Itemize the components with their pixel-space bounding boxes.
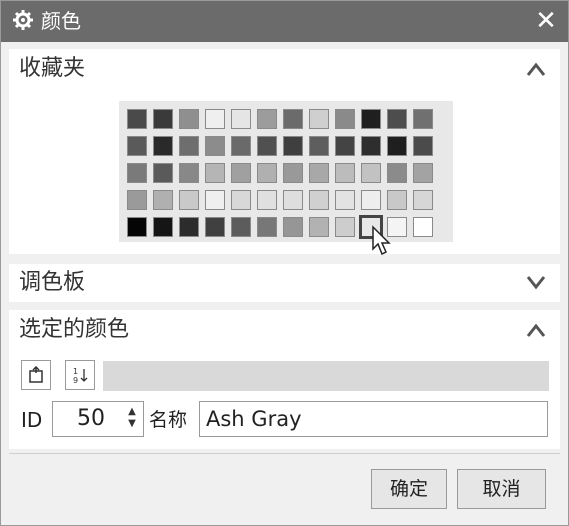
color-dialog: 颜色 ✕ 收藏夹 调色板 选定的颜色 1 9 ID 50 ▲ ▼ 名称 Ash … xyxy=(0,0,569,526)
color-swatch[interactable] xyxy=(231,190,251,210)
palette-section: 调色板 xyxy=(9,264,560,302)
sort-numeric-icon: 1 9 xyxy=(73,367,88,384)
color-swatch[interactable] xyxy=(283,109,303,129)
color-swatch[interactable] xyxy=(179,109,199,129)
color-swatch[interactable] xyxy=(257,217,277,237)
color-swatch[interactable] xyxy=(179,136,199,156)
color-swatch[interactable] xyxy=(387,163,407,183)
color-swatch[interactable] xyxy=(153,217,173,237)
color-swatch[interactable] xyxy=(387,190,407,210)
id-label: ID xyxy=(21,408,43,432)
id-spinbox[interactable]: 50 ▲ ▼ xyxy=(52,401,144,437)
color-swatch[interactable] xyxy=(153,109,173,129)
color-swatch[interactable] xyxy=(127,136,147,156)
color-swatch[interactable] xyxy=(205,136,225,156)
color-swatch[interactable] xyxy=(361,163,381,183)
color-swatch[interactable] xyxy=(387,136,407,156)
color-swatch[interactable] xyxy=(153,163,173,183)
favorites-palette xyxy=(119,101,453,242)
gear-icon xyxy=(13,10,33,30)
color-swatch[interactable] xyxy=(283,136,303,156)
color-swatch[interactable] xyxy=(361,136,381,156)
color-swatch[interactable] xyxy=(231,217,251,237)
color-swatch[interactable] xyxy=(283,217,303,237)
divider xyxy=(9,453,560,454)
color-swatch[interactable] xyxy=(309,217,329,237)
color-swatch[interactable] xyxy=(257,136,277,156)
color-swatch[interactable] xyxy=(127,217,147,237)
color-swatch[interactable] xyxy=(205,190,225,210)
color-swatch[interactable] xyxy=(413,109,433,129)
name-field[interactable]: Ash Gray xyxy=(199,401,548,437)
id-value[interactable]: 50 xyxy=(77,406,105,432)
color-swatch[interactable] xyxy=(257,109,277,129)
color-swatch[interactable] xyxy=(127,190,147,210)
favorites-header[interactable]: 收藏夹 xyxy=(9,49,560,89)
color-swatch[interactable] xyxy=(257,163,277,183)
dialog-title: 颜色 xyxy=(41,9,81,33)
ok-button[interactable]: 确定 xyxy=(371,469,447,509)
selected-color-header[interactable]: 选定的颜色 xyxy=(9,310,560,350)
chevron-down-icon xyxy=(526,276,546,290)
spin-arrows[interactable]: ▲ ▼ xyxy=(127,406,137,432)
svg-text:1: 1 xyxy=(73,367,78,376)
color-swatch[interactable] xyxy=(361,109,381,129)
favorites-section: 收藏夹 xyxy=(9,49,560,254)
color-swatch[interactable] xyxy=(335,109,355,129)
cancel-button[interactable]: 取消 xyxy=(457,469,546,509)
spin-up-icon[interactable]: ▲ xyxy=(127,406,137,418)
color-swatch[interactable] xyxy=(153,136,173,156)
color-swatch[interactable] xyxy=(335,217,355,237)
color-swatch[interactable] xyxy=(309,109,329,129)
chevron-up-icon xyxy=(526,323,546,337)
color-swatch[interactable] xyxy=(361,190,381,210)
color-swatch[interactable] xyxy=(257,190,277,210)
color-swatch[interactable] xyxy=(127,163,147,183)
mouse-cursor-icon xyxy=(372,225,391,256)
color-swatch[interactable] xyxy=(283,190,303,210)
close-button[interactable]: ✕ xyxy=(532,7,560,35)
color-swatch[interactable] xyxy=(335,190,355,210)
svg-text:9: 9 xyxy=(73,376,78,384)
name-label: 名称 xyxy=(149,409,188,431)
color-swatch[interactable] xyxy=(205,109,225,129)
color-swatch[interactable] xyxy=(205,163,225,183)
color-swatch[interactable] xyxy=(387,109,407,129)
color-swatch[interactable] xyxy=(335,163,355,183)
palette-header[interactable]: 调色板 xyxy=(9,264,560,302)
color-swatch[interactable] xyxy=(179,190,199,210)
color-swatch[interactable] xyxy=(127,109,147,129)
color-swatch[interactable] xyxy=(335,136,355,156)
color-swatch[interactable] xyxy=(309,136,329,156)
color-swatch[interactable] xyxy=(179,163,199,183)
color-swatch[interactable] xyxy=(413,136,433,156)
selected-color-preview xyxy=(103,361,549,391)
color-swatch[interactable] xyxy=(413,217,433,237)
add-to-favorites-button[interactable] xyxy=(21,360,51,390)
color-swatch[interactable] xyxy=(309,163,329,183)
color-swatch[interactable] xyxy=(205,217,225,237)
chevron-up-icon xyxy=(526,62,546,76)
palette-title: 调色板 xyxy=(19,270,86,295)
color-swatch[interactable] xyxy=(231,163,251,183)
color-swatch[interactable] xyxy=(153,190,173,210)
favorites-title: 收藏夹 xyxy=(19,56,86,81)
selected-color-title: 选定的颜色 xyxy=(19,317,130,342)
color-swatch[interactable] xyxy=(413,163,433,183)
color-swatch[interactable] xyxy=(231,109,251,129)
add-to-favorites-icon xyxy=(29,366,43,383)
color-swatch[interactable] xyxy=(309,190,329,210)
spin-down-icon[interactable]: ▼ xyxy=(127,418,137,430)
color-swatch[interactable] xyxy=(231,136,251,156)
color-swatch[interactable] xyxy=(413,190,433,210)
title-bar[interactable]: 颜色 ✕ xyxy=(1,1,568,42)
color-swatch[interactable] xyxy=(283,163,303,183)
sort-button[interactable]: 1 9 xyxy=(65,360,95,390)
color-swatch[interactable] xyxy=(179,217,199,237)
